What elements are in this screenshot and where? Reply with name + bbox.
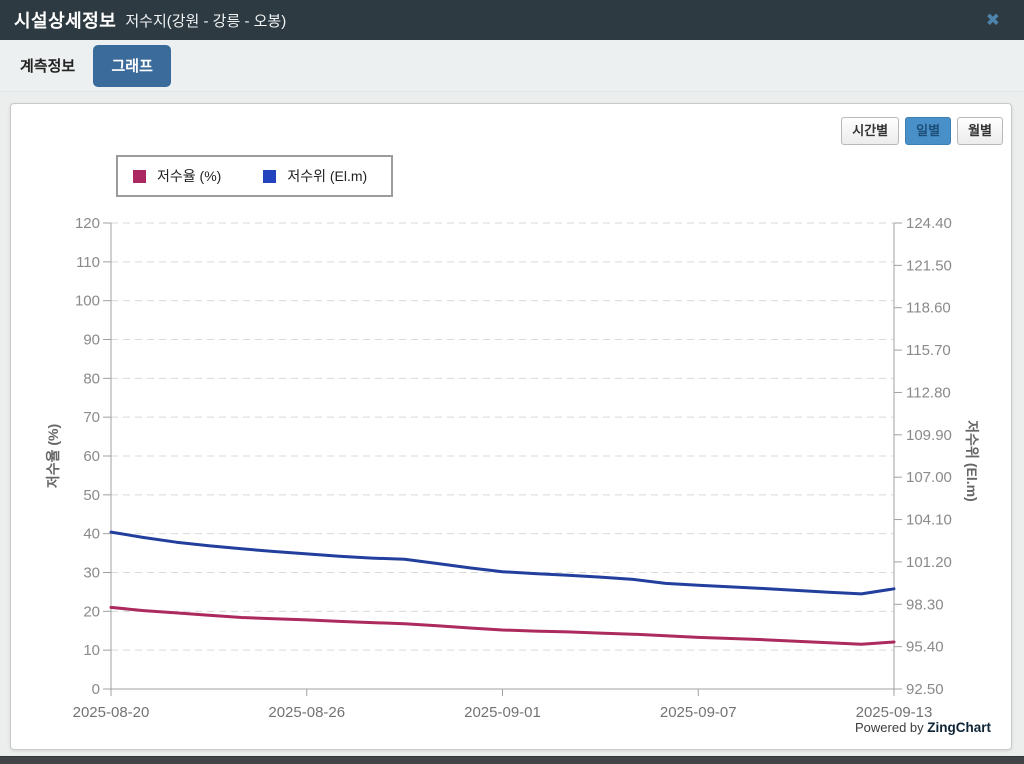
right-tick-label: 118.60 <box>906 300 951 317</box>
right-tick-label: 104.10 <box>906 512 952 529</box>
right-tick-label: 124.40 <box>906 215 952 232</box>
left-tick-label: 80 <box>83 370 100 387</box>
tab-measurement-info[interactable]: 계측정보 <box>20 45 75 86</box>
left-tick-label: 50 <box>83 487 100 504</box>
x-tick-label: 2025-08-20 <box>73 704 150 721</box>
tab-graph[interactable]: 그래프 <box>93 44 172 87</box>
right-tick-label: 107.00 <box>906 469 952 486</box>
chart-area[interactable]: 0 10 20 30 40 50 60 70 80 90 100 110 120 92.50 95.40 98… <box>11 104 1013 751</box>
left-tick-label: 0 <box>92 681 100 698</box>
left-tick-label: 70 <box>83 409 100 426</box>
right-tick-label: 95.40 <box>906 639 944 656</box>
right-tick-label: 101.20 <box>906 554 952 571</box>
left-axis-title: 저수율 (%) <box>45 424 61 488</box>
left-tick-label: 100 <box>75 293 100 310</box>
right-tick-label: 98.30 <box>906 596 944 613</box>
dialog-title: 시설상세정보 <box>14 11 117 31</box>
right-tick-label: 121.50 <box>906 257 952 274</box>
zingchart-brand[interactable]: ZingChart <box>927 720 991 735</box>
right-tick-label: 109.90 <box>906 427 952 444</box>
right-tick-label: 92.50 <box>906 681 944 698</box>
x-tick-label: 2025-09-01 <box>464 704 541 721</box>
powered-by-text: Powered by <box>854 720 928 735</box>
page-bottom-strip <box>0 756 1024 764</box>
powered-by: Powered by ZingChart <box>855 720 991 735</box>
left-tick-label: 30 <box>83 565 100 582</box>
close-icon[interactable]: ✖ <box>986 12 1000 29</box>
dialog-subtitle: 저수지(강원 - 강릉 - 오봉) <box>125 12 287 30</box>
left-tick-label: 10 <box>83 642 100 659</box>
rate-series-line <box>109 605 896 646</box>
dialog-header: 시설상세정보 저수지(강원 - 강릉 - 오봉) ✖ <box>0 0 1024 40</box>
left-tick-label: 40 <box>83 526 100 543</box>
chart-panel: 시간별 일별 월별 저수율 (%) 저수위 (El.m) 0 10 20 30 40 50… <box>10 103 1012 750</box>
x-tick-label: 2025-08-26 <box>268 704 345 721</box>
left-tick-label: 120 <box>75 215 100 232</box>
right-axis-title: 저수위 (El.m) <box>964 420 980 501</box>
tab-bar: 계측정보 그래프 <box>0 40 1024 92</box>
x-tick-label: 2025-09-07 <box>660 704 737 721</box>
right-tick-label: 112.80 <box>906 384 951 401</box>
left-tick-label: 90 <box>83 332 100 349</box>
level-series-line <box>109 530 896 596</box>
left-tick-label: 20 <box>83 603 100 620</box>
x-tick-label: 2025-09-13 <box>856 704 933 721</box>
left-tick-label: 110 <box>76 254 100 271</box>
right-tick-label: 115.70 <box>906 342 951 359</box>
left-tick-label: 60 <box>83 448 100 465</box>
